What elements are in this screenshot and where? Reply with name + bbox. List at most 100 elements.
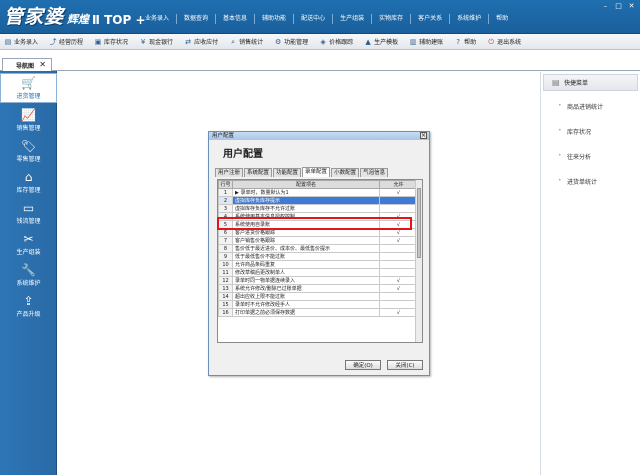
dialog-close-icon[interactable]: × (420, 132, 427, 139)
column-header-allow[interactable]: 允许 (379, 180, 418, 189)
toolbar-button-cash[interactable]: ¥ 现金银行 (139, 37, 173, 47)
grid-scrollbar[interactable] (415, 180, 422, 342)
dialog-tab-5[interactable]: 小数配置 (331, 168, 360, 177)
allow-checkbox[interactable] (379, 268, 418, 277)
allow-checkbox[interactable]: √ (379, 188, 418, 197)
toolbar-button-exit[interactable]: ⏻ 退出系统 (487, 37, 521, 47)
config-item-name[interactable]: 虚拟库存负库存不允许过账 (232, 204, 380, 213)
sidebar-item-3[interactable]: 🏷 零售管理 (0, 135, 57, 165)
sidebar-item-2[interactable]: 📈 销售管理 (0, 104, 57, 134)
top-menu-item[interactable]: 业务录入 (138, 14, 176, 24)
toolbar-button-pay[interactable]: ⇄ 应收应付 (184, 37, 218, 47)
build-icon: ▲ (365, 37, 371, 46)
config-item-name[interactable]: 录单时同一物单据连续录入 (232, 276, 380, 285)
scrollbar-thumb[interactable] (417, 188, 421, 258)
row-number: 13 (218, 284, 233, 293)
config-item-name[interactable]: 修改草稿后更改制单人 (232, 268, 380, 277)
config-item-name[interactable]: 售价低于最近进价、成本价、最低售价提示 (232, 244, 380, 253)
table-row[interactable]: 3 虚拟库存负库存不允许过账 (218, 204, 418, 213)
sidebar-item-label: 库存管理 (16, 187, 41, 194)
close-icon[interactable]: ✕ (626, 2, 637, 11)
toolbar-button-tag[interactable]: ◈ 价格跟踪 (319, 37, 353, 47)
allow-checkbox[interactable]: √ (379, 236, 418, 245)
allow-checkbox[interactable] (379, 300, 418, 309)
quick-menu-item[interactable]: 进货单统计 (558, 177, 597, 186)
config-item-name[interactable]: 超出应收上限不能过账 (232, 292, 380, 301)
top-menu-item[interactable]: 数据查询 (176, 14, 215, 24)
config-item-name[interactable]: 录单时不允许修改经手人 (232, 300, 380, 309)
config-item-name[interactable]: 低于最低售价不能过账 (232, 252, 380, 261)
toolbar-button-search[interactable]: ⌕ 销售统计 (229, 37, 263, 47)
table-row[interactable]: 14 超出应收上限不能过账 (218, 292, 418, 301)
sidebar-item-8[interactable]: ⇪ 产品升级 (0, 290, 57, 320)
table-row[interactable]: 11 修改草稿后更改制单人 (218, 268, 418, 277)
dialog-tab-2[interactable]: 系统配置 (244, 168, 273, 177)
table-row[interactable]: 9 低于最低售价不能过账 (218, 252, 418, 261)
toolbar-button-help[interactable]: ? 帮助 (454, 37, 476, 47)
quick-menu-item[interactable]: 商品进销统计 (558, 102, 603, 111)
top-menu-item[interactable]: 生产组装 (332, 14, 371, 24)
table-row[interactable]: 1 ▶ 录单时，数量默认为1 √ (218, 188, 418, 197)
config-item-name[interactable]: 允许商品条码重复 (232, 260, 380, 269)
toolbar-button-chart[interactable]: ⤴ 经营历程 (49, 37, 84, 47)
allow-checkbox[interactable] (379, 292, 418, 301)
config-item-name[interactable]: 打印单据之前必须保存数据 (232, 308, 380, 317)
table-row[interactable]: 16 打印单据之前必须保存数据 √ (218, 308, 418, 317)
top-menu-item[interactable]: 实物库存 (371, 14, 410, 24)
config-item-name[interactable]: 客户销售价格跟踪 (232, 236, 380, 245)
allow-checkbox[interactable]: √ (379, 276, 418, 285)
config-item-name[interactable]: 系统允许修改/删除已过账单据 (232, 284, 380, 293)
config-item-name[interactable]: ▶ 录单时，数量默认为1 (232, 188, 380, 197)
dialog-title-bar: 用户配置 × (209, 132, 429, 140)
table-row[interactable]: 2 虚拟库存负库存提示 (218, 196, 418, 205)
allow-checkbox[interactable] (379, 252, 418, 261)
dialog-tab-3[interactable]: 功能配置 (273, 168, 302, 177)
table-row[interactable]: 13 系统允许修改/删除已过账单据 √ (218, 284, 418, 293)
doc-icon: ▤ (4, 37, 12, 46)
sidebar-item-7[interactable]: 🔧 系统维护 (0, 259, 57, 289)
top-menu-item[interactable]: 客户关系 (410, 14, 449, 24)
top-menu-item[interactable]: 帮助 (488, 14, 515, 24)
dialog-tab-6[interactable]: 气泡信息 (360, 168, 389, 177)
column-header-no[interactable]: 行号 (218, 180, 233, 189)
config-item-text: 允许商品条码重复 (235, 262, 276, 268)
allow-checkbox[interactable]: √ (379, 284, 418, 293)
toolbar-button-gear[interactable]: ⚙ 功能管理 (274, 37, 308, 47)
table-row[interactable]: 15 录单时不允许修改经手人 (218, 300, 418, 309)
ok-button[interactable]: 确定(O) (345, 360, 381, 370)
toolbar-button-doc[interactable]: ▤ 业务录入 (4, 37, 38, 47)
table-row[interactable]: 10 允许商品条码重复 (218, 260, 418, 269)
top-menu-item[interactable]: 基本信息 (215, 14, 254, 24)
config-item-name[interactable]: 虚拟库存负库存提示 (232, 196, 380, 205)
allow-checkbox[interactable]: √ (379, 308, 418, 317)
allow-checkbox[interactable] (379, 244, 418, 253)
top-menu-item[interactable]: 系统维护 (449, 14, 488, 24)
sidebar-item-4[interactable]: ⌂ 库存管理 (0, 166, 57, 196)
dialog-tab-4[interactable]: 录单配置 (302, 167, 331, 177)
toolbar-button-build[interactable]: ▲ 生产模板 (364, 37, 398, 47)
quick-menu-item[interactable]: 库存状况 (558, 127, 591, 136)
table-row[interactable]: 8 售价低于最近进价、成本价、最低售价提示 (218, 244, 418, 253)
toolbar-button-book[interactable]: ▥ 辅助建账 (409, 37, 443, 47)
table-row[interactable]: 12 录单时同一物单据连续录入 √ (218, 276, 418, 285)
sidebar-item-5[interactable]: ▭ 钱流管理 (0, 197, 57, 227)
table-row[interactable]: 7 客户销售价格跟踪 √ (218, 236, 418, 245)
top-menu-item[interactable]: 辅助功能 (254, 14, 293, 24)
column-header-name[interactable]: 配置项名 (232, 180, 380, 189)
allow-checkbox[interactable] (379, 204, 418, 213)
sidebar-item-6[interactable]: ✂ 生产组装 (0, 228, 57, 258)
tab-navigation[interactable]: 导航图 ✕ (2, 58, 52, 71)
dialog-tab-1[interactable]: 用户注册 (215, 168, 244, 177)
tab-close-icon[interactable]: ✕ (39, 60, 46, 69)
upload-icon: ⇪ (23, 294, 34, 308)
allow-checkbox[interactable] (379, 196, 418, 205)
top-menu-item[interactable]: 配送中心 (293, 14, 332, 24)
maximize-icon[interactable]: □ (613, 2, 624, 11)
row-number: 10 (218, 260, 233, 269)
allow-checkbox[interactable] (379, 260, 418, 269)
quick-menu-item[interactable]: 往来分析 (558, 152, 591, 161)
minimize-icon[interactable]: – (600, 2, 611, 11)
sidebar-item-1[interactable]: 🛒 进货管理 (0, 73, 57, 103)
toolbar-button-box[interactable]: ▣ 库存状况 (94, 37, 128, 47)
close-button[interactable]: 关闭(C) (387, 360, 423, 370)
